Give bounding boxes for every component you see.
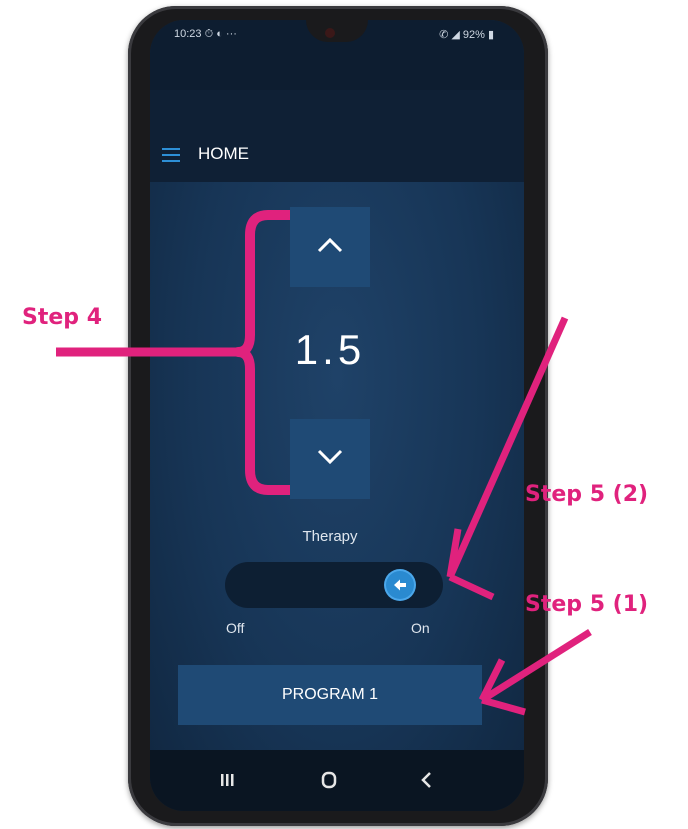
toggle-knob[interactable] (386, 571, 414, 599)
therapy-label: Therapy (302, 528, 358, 545)
step5-2-label: Step 5 (2) (525, 482, 649, 507)
program-1-button[interactable]: PROGRAM 1 (178, 665, 482, 725)
step5-1-label: Step 5 (1) (525, 592, 649, 617)
toggle-on-label: On (411, 620, 430, 636)
hamburger-menu-icon[interactable] (162, 148, 180, 162)
step4-label: Step 4 (22, 305, 102, 330)
status-icons: ✆ ◢ 92% ▮ (439, 29, 494, 41)
back-icon[interactable] (412, 770, 442, 790)
decrease-button[interactable] (290, 419, 370, 499)
page-title: HOME (198, 144, 249, 163)
home-nav-icon[interactable] (314, 770, 344, 790)
intensity-value: 1.5 (294, 326, 366, 373)
status-time: 10:23 ⏱ ◐ ··· (174, 28, 237, 40)
chevron-up-icon (317, 237, 343, 253)
toggle-off-label: Off (226, 620, 245, 636)
increase-button[interactable] (290, 207, 370, 287)
android-nav-bar (150, 750, 524, 811)
camera-icon (325, 28, 335, 38)
app-bar (150, 90, 524, 182)
recents-icon[interactable] (212, 770, 242, 790)
arrow-left-icon (394, 579, 406, 591)
phone-screen: 10:23 ⏱ ◐ ··· ✆ ◢ 92% ▮ HOME 1.5 Therapy… (150, 20, 524, 811)
chevron-down-icon (317, 449, 343, 465)
